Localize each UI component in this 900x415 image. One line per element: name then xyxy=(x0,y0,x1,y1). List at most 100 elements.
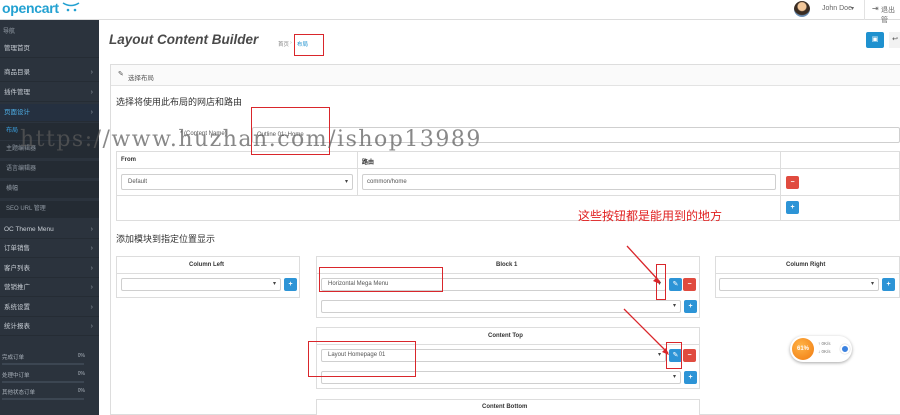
stat-value: 0% xyxy=(77,388,85,394)
add-route-button[interactable]: + xyxy=(786,201,799,214)
speed-percent: 61% xyxy=(792,338,814,360)
modules-heading: 添加模块到指定位置显示 xyxy=(116,234,216,244)
column-header-route: 路由 xyxy=(362,160,375,166)
sidebar-item-sales[interactable]: 订单销售 › xyxy=(0,240,99,258)
plus-circle-icon: + xyxy=(688,374,693,381)
breadcrumb-separator: › xyxy=(290,40,292,46)
plus-circle-icon: + xyxy=(288,281,293,288)
user-name[interactable]: John Doe xyxy=(822,5,852,12)
sidebar-subitem-language-editor[interactable]: 语言编辑器 xyxy=(0,161,99,178)
sidebar-item-dashboard[interactable]: 管理首页 xyxy=(0,40,99,58)
highlight-box xyxy=(666,342,682,369)
chevron-down-icon: ▾ xyxy=(870,281,874,287)
panel-title: 选择布局 xyxy=(128,75,154,82)
avatar[interactable] xyxy=(794,1,810,17)
sidebar-item-label: SEO URL 管理 xyxy=(6,206,46,212)
upload-speed: ↑ 0K/s xyxy=(818,341,831,346)
column-right-title: Column Right xyxy=(786,262,826,268)
column-header-from: From xyxy=(121,157,136,163)
sidebar-item-label: 插件管理 xyxy=(4,89,30,96)
chevron-down-icon: ▾ xyxy=(272,281,276,287)
status-dot-icon xyxy=(840,344,850,354)
divider xyxy=(715,273,900,274)
minus-circle-icon: − xyxy=(687,352,692,359)
top-bar: opencart John Doe ▾ ⇥ 退出管 xyxy=(0,0,900,24)
remove-module-button[interactable]: − xyxy=(683,278,696,291)
stat-other-orders: 其他状态订单 0% xyxy=(0,388,99,400)
panel-heading: ✎ 选择布局 xyxy=(111,65,900,86)
minus-circle-icon: − xyxy=(687,281,692,288)
chevron-right-icon: › xyxy=(90,89,93,96)
sidebar-heading: 导航 xyxy=(3,29,16,35)
block1-title: Block 1 xyxy=(496,262,518,268)
sidebar-subitem-seo-url[interactable]: SEO URL 管理 xyxy=(0,201,99,218)
sidebar-item-label: OC Theme Menu xyxy=(4,226,54,233)
cart-logo-icon xyxy=(62,2,80,12)
chevron-right-icon: › xyxy=(90,323,93,330)
add-module-button[interactable]: + xyxy=(284,278,297,291)
save-button[interactable]: ▣ xyxy=(866,32,884,48)
sidebar-item-label: 布局 xyxy=(6,128,19,134)
content-top-title: Content Top xyxy=(488,333,523,339)
logout-link[interactable]: 退出管 xyxy=(881,5,900,25)
chevron-down-icon[interactable]: ▾ xyxy=(851,5,854,12)
add-module-button[interactable]: + xyxy=(882,278,895,291)
sidebar-item-customers[interactable]: 客户列表 › xyxy=(0,260,99,278)
divider xyxy=(780,151,781,221)
chevron-right-icon: › xyxy=(90,226,93,233)
column-left-module-select[interactable]: ▾ xyxy=(121,278,281,291)
sidebar-item-extensions[interactable]: 插件管理 › xyxy=(0,84,99,102)
pencil-icon: ✎ xyxy=(672,281,679,288)
chevron-down-icon: › xyxy=(90,109,93,116)
remove-module-button[interactable]: − xyxy=(683,349,696,362)
sidebar-item-reports[interactable]: 统计报表 › xyxy=(0,318,99,336)
stat-completed-orders: 完成订单 0% xyxy=(0,353,99,365)
highlight-box xyxy=(656,264,666,300)
sidebar-item-label: 商品目录 xyxy=(4,69,30,76)
column-right-module-select[interactable]: ▾ xyxy=(719,278,879,291)
chevron-down-icon: ▾ xyxy=(672,374,676,380)
highlight-box xyxy=(308,341,416,377)
sidebar-item-design[interactable]: 页面设计 › xyxy=(0,104,99,122)
stat-label: 处理中订单 xyxy=(2,373,30,379)
edit-module-button[interactable]: ✎ xyxy=(669,278,682,291)
block1-add-module-select[interactable]: ▾ xyxy=(321,300,681,313)
remove-route-button[interactable]: − xyxy=(786,176,799,189)
plus-circle-icon: + xyxy=(790,204,795,211)
store-select[interactable]: Default ▾ xyxy=(121,174,353,190)
progress-bar xyxy=(2,381,84,383)
sidebar-item-label: 订单销售 xyxy=(4,245,30,252)
chevron-right-icon: › xyxy=(90,69,93,76)
breadcrumb-home[interactable]: 首页 xyxy=(278,40,289,48)
sidebar-item-system[interactable]: 系统设置 › xyxy=(0,299,99,317)
add-module-button[interactable]: + xyxy=(684,371,697,384)
logo[interactable]: opencart xyxy=(2,0,59,16)
sidebar-subitem-banners[interactable]: 横幅 xyxy=(0,181,99,198)
add-module-button[interactable]: + xyxy=(684,300,697,313)
progress-bar xyxy=(2,363,84,365)
sidebar-item-marketing[interactable]: 营销推广 › xyxy=(0,279,99,297)
plus-circle-icon: + xyxy=(886,281,891,288)
sidebar-item-catalog[interactable]: 商品目录 › xyxy=(0,64,99,82)
watermark: https://www.huzhan.com/ishop13989 xyxy=(20,127,482,152)
chevron-right-icon: › xyxy=(90,245,93,252)
chevron-right-icon: › xyxy=(90,265,93,272)
progress-bar xyxy=(2,398,84,400)
sidebar-item-oc-theme-menu[interactable]: OC Theme Menu › xyxy=(0,221,99,239)
divider xyxy=(357,151,358,195)
reply-icon: ↩ xyxy=(892,36,898,43)
network-speed-widget[interactable]: 61% ↑ 0K/s ↓ 0K/s xyxy=(790,336,852,362)
sidebar-item-label: 横幅 xyxy=(6,186,19,192)
annotation-text: 这些按钮都是能用到的地方 xyxy=(578,209,723,223)
logout-icon[interactable]: ⇥ xyxy=(872,4,879,13)
sidebar-item-label: 客户列表 xyxy=(4,265,30,272)
floppy-disk-icon: ▣ xyxy=(871,36,879,43)
route-input[interactable]: common/home xyxy=(362,174,776,190)
stat-value: 0% xyxy=(77,371,85,377)
select-value: Default xyxy=(128,179,148,185)
back-button[interactable]: ↩ xyxy=(889,32,900,48)
divider xyxy=(116,168,900,169)
sidebar-item-label: 页面设计 xyxy=(4,109,30,116)
minus-circle-icon: − xyxy=(790,179,795,186)
sidebar: 导航 管理首页 商品目录 › 插件管理 › 页面设计 › 布局 主题编辑器 语言编辑器… xyxy=(0,20,99,415)
